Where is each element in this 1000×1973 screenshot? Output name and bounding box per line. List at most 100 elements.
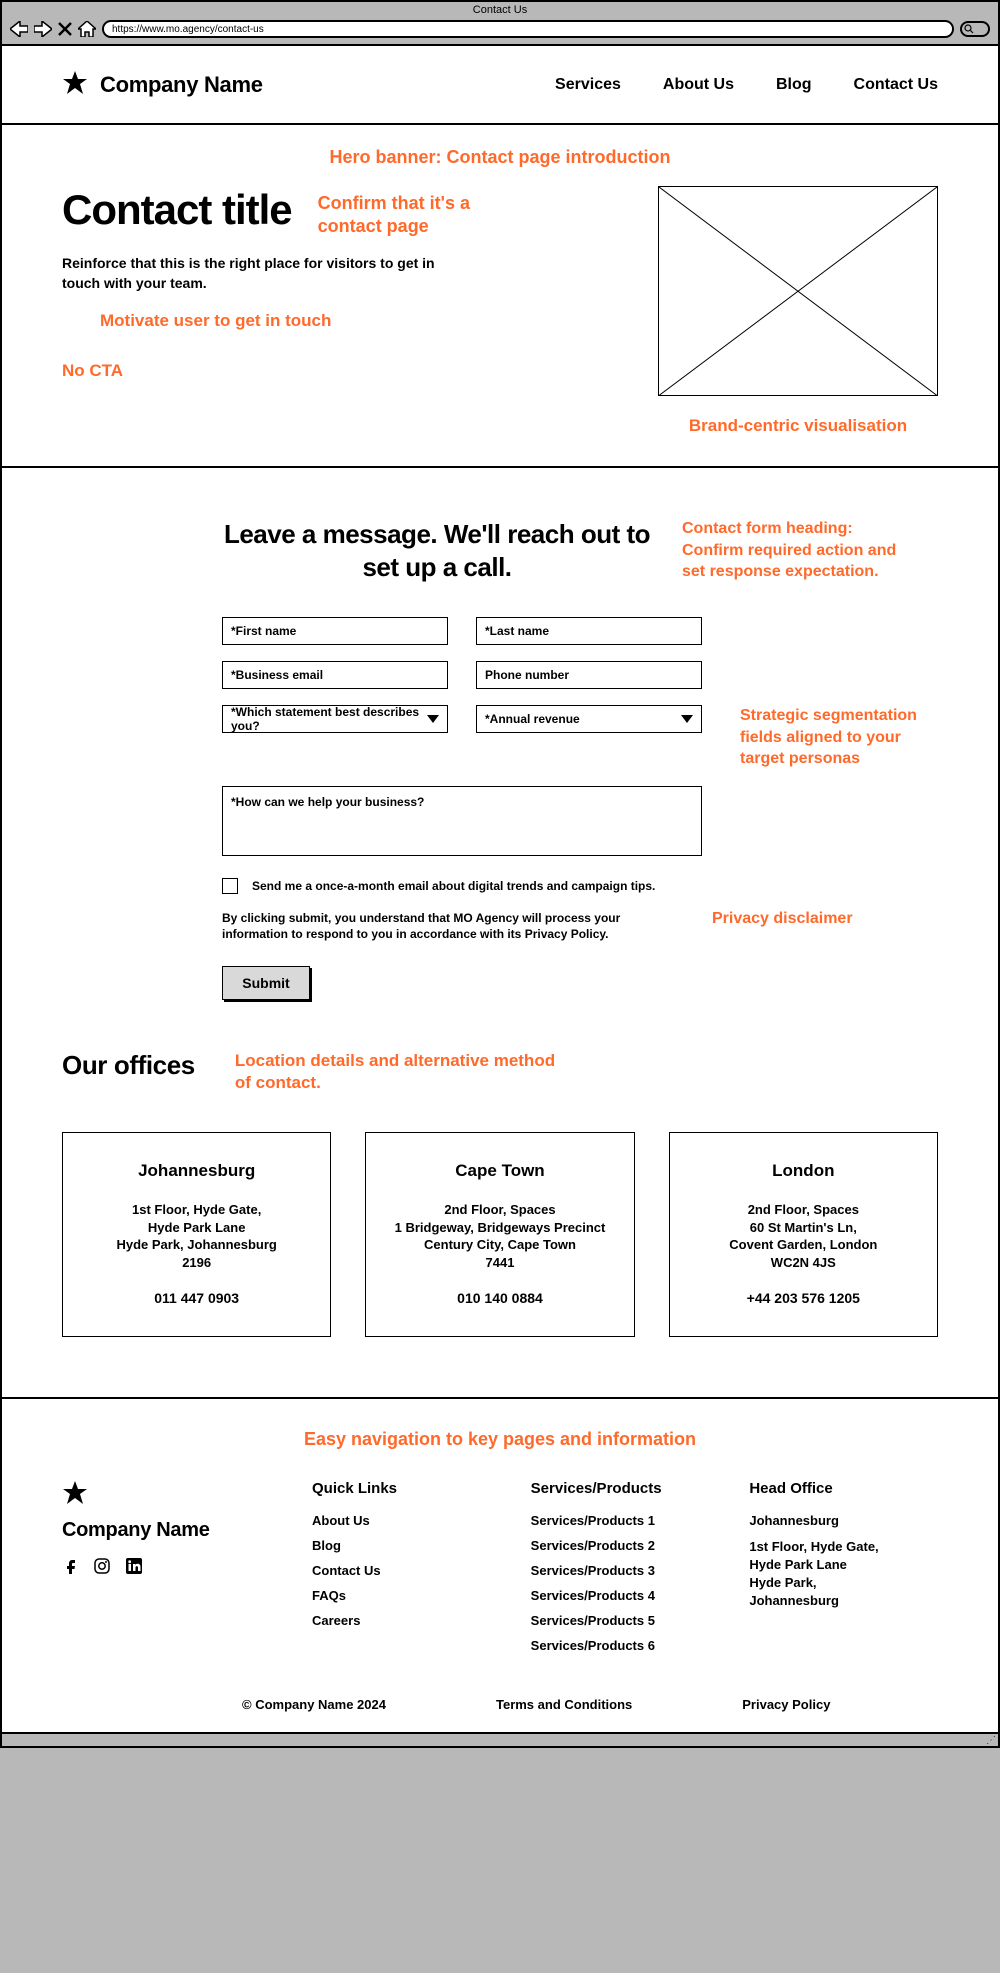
- url-text: https://www.mo.agency/contact-us: [112, 24, 264, 35]
- footer-link-faqs[interactable]: FAQs: [312, 1588, 501, 1603]
- office-city: Johannesburg: [77, 1161, 316, 1181]
- hero-motivate-annotation: Motivate user to get in touch: [100, 311, 628, 331]
- resize-grip-icon[interactable]: ⋰: [986, 1735, 996, 1746]
- office-phone[interactable]: 011 447 0903: [77, 1290, 316, 1306]
- page-content: Company Name Services About Us Blog Cont…: [2, 44, 998, 1732]
- office-address: 1st Floor, Hyde Gate, Hyde Park Lane Hyd…: [77, 1201, 316, 1271]
- browser-tab-title: Contact Us: [2, 2, 998, 18]
- contact-form-section: Leave a message. We'll reach out to set …: [2, 468, 998, 1399]
- footer-annotation: Easy navigation to key pages and informa…: [62, 1429, 938, 1450]
- privacy-link[interactable]: Privacy Policy: [742, 1697, 830, 1712]
- hero-title: Contact title: [62, 186, 292, 234]
- head-office-city: Johannesburg: [749, 1513, 938, 1528]
- social-icons: [62, 1558, 282, 1577]
- contact-form: *First name *Last name *Business email P…: [222, 617, 702, 689]
- footer-service-3[interactable]: Services/Products 3: [531, 1563, 720, 1578]
- office-phone[interactable]: 010 140 0884: [380, 1290, 619, 1306]
- first-name-placeholder: *First name: [231, 624, 296, 638]
- nav-contact[interactable]: Contact Us: [854, 76, 938, 94]
- main-nav: Services About Us Blog Contact Us: [555, 76, 938, 94]
- phone-field[interactable]: Phone number: [476, 661, 702, 689]
- quick-links-title: Quick Links: [312, 1480, 501, 1497]
- form-heading: Leave a message. We'll reach out to set …: [222, 518, 652, 583]
- footer-brand-name: Company Name: [62, 1519, 282, 1542]
- message-textarea[interactable]: *How can we help your business?: [222, 786, 702, 856]
- last-name-placeholder: *Last name: [485, 624, 549, 638]
- browser-window: Contact Us https://www.mo.agency/contact…: [0, 0, 1000, 1748]
- office-card-london: London 2nd Floor, Spaces 60 St Martin's …: [669, 1132, 938, 1336]
- annual-revenue-placeholder: *Annual revenue: [485, 712, 580, 726]
- newsletter-checkbox[interactable]: [222, 878, 238, 894]
- star-icon: [62, 70, 88, 99]
- privacy-disclaimer-text: By clicking submit, you understand that …: [222, 910, 682, 942]
- offices-title: Our offices: [62, 1050, 195, 1081]
- copyright: © Company Name 2024: [242, 1697, 386, 1712]
- newsletter-label: Send me a once-a-month email about digit…: [252, 879, 655, 893]
- nav-services[interactable]: Services: [555, 76, 621, 94]
- brand[interactable]: Company Name: [62, 70, 263, 99]
- segmentation-annotation: Strategic segmentation fields aligned to…: [740, 705, 938, 770]
- office-card-cape-town: Cape Town 2nd Floor, Spaces 1 Bridgeway,…: [365, 1132, 634, 1336]
- hero-title-annotation: Confirm that it's a contact page: [318, 186, 488, 239]
- linkedin-icon[interactable]: [126, 1558, 142, 1577]
- office-city: London: [684, 1161, 923, 1181]
- hero-nocta-annotation: No CTA: [62, 361, 628, 381]
- last-name-field[interactable]: *Last name: [476, 617, 702, 645]
- office-address: 2nd Floor, Spaces 1 Bridgeway, Bridgeway…: [380, 1201, 619, 1271]
- back-icon[interactable]: [10, 21, 28, 37]
- hero-image-annotation: Brand-centric visualisation: [689, 416, 907, 436]
- footer-link-careers[interactable]: Careers: [312, 1613, 501, 1628]
- office-cards: Johannesburg 1st Floor, Hyde Gate, Hyde …: [62, 1132, 938, 1336]
- instagram-icon[interactable]: [94, 1558, 110, 1577]
- site-footer: Easy navigation to key pages and informa…: [2, 1399, 998, 1732]
- footer-link-contact[interactable]: Contact Us: [312, 1563, 501, 1578]
- forward-icon[interactable]: [34, 21, 52, 37]
- footer-brand: Company Name: [62, 1480, 282, 1577]
- url-bar[interactable]: https://www.mo.agency/contact-us: [102, 20, 954, 38]
- browser-status-bar: ⋰: [2, 1732, 998, 1746]
- home-icon[interactable]: [78, 21, 96, 37]
- office-address: 2nd Floor, Spaces 60 St Martin's Ln, Cov…: [684, 1201, 923, 1271]
- close-icon[interactable]: [58, 22, 72, 36]
- footer-bottom: © Company Name 2024 Terms and Conditions…: [62, 1697, 938, 1712]
- services-col: Services/Products Services/Products 1 Se…: [531, 1480, 720, 1663]
- quick-links-col: Quick Links About Us Blog Contact Us FAQ…: [312, 1480, 501, 1638]
- annual-revenue-select[interactable]: *Annual revenue: [476, 705, 702, 733]
- star-icon: [62, 1493, 88, 1509]
- phone-placeholder: Phone number: [485, 668, 569, 682]
- browser-toolbar: https://www.mo.agency/contact-us: [2, 18, 998, 44]
- footer-service-4[interactable]: Services/Products 4: [531, 1588, 720, 1603]
- footer-service-2[interactable]: Services/Products 2: [531, 1538, 720, 1553]
- office-city: Cape Town: [380, 1161, 619, 1181]
- footer-link-about[interactable]: About Us: [312, 1513, 501, 1528]
- first-name-field[interactable]: *First name: [222, 617, 448, 645]
- head-office-address: 1st Floor, Hyde Gate, Hyde Park Lane Hyd…: [749, 1538, 938, 1611]
- hero-description: Reinforce that this is the right place f…: [62, 254, 462, 293]
- search-pill[interactable]: [960, 21, 990, 37]
- describe-you-select[interactable]: *Which statement best describes you?: [222, 705, 448, 733]
- services-title: Services/Products: [531, 1480, 720, 1497]
- facebook-icon[interactable]: [62, 1558, 78, 1577]
- nav-about[interactable]: About Us: [663, 76, 734, 94]
- office-card-johannesburg: Johannesburg 1st Floor, Hyde Gate, Hyde …: [62, 1132, 331, 1336]
- offices-header: Our offices Location details and alterna…: [62, 1050, 938, 1094]
- terms-link[interactable]: Terms and Conditions: [496, 1697, 632, 1712]
- describe-you-placeholder: *Which statement best describes you?: [231, 705, 427, 733]
- brand-name: Company Name: [100, 72, 263, 98]
- business-email-field[interactable]: *Business email: [222, 661, 448, 689]
- head-office-col: Head Office Johannesburg 1st Floor, Hyde…: [749, 1480, 938, 1611]
- footer-service-5[interactable]: Services/Products 5: [531, 1613, 720, 1628]
- message-placeholder: *How can we help your business?: [231, 795, 424, 809]
- nav-blog[interactable]: Blog: [776, 76, 812, 94]
- submit-button[interactable]: Submit: [222, 966, 310, 1000]
- office-phone[interactable]: +44 203 576 1205: [684, 1290, 923, 1306]
- footer-link-blog[interactable]: Blog: [312, 1538, 501, 1553]
- footer-service-6[interactable]: Services/Products 6: [531, 1638, 720, 1653]
- business-email-placeholder: *Business email: [231, 668, 323, 682]
- chevron-down-icon: [427, 715, 439, 723]
- site-header: Company Name Services About Us Blog Cont…: [2, 46, 998, 125]
- chevron-down-icon: [681, 715, 693, 723]
- footer-service-1[interactable]: Services/Products 1: [531, 1513, 720, 1528]
- disclaimer-annotation: Privacy disclaimer: [712, 910, 853, 928]
- offices-annotation: Location details and alternative method …: [235, 1050, 575, 1094]
